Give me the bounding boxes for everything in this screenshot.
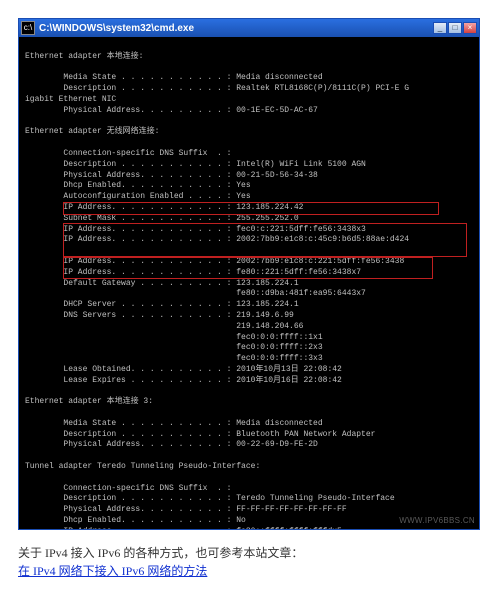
- cmd-icon: c:\: [21, 21, 35, 35]
- minimize-button[interactable]: _: [433, 22, 447, 34]
- terminal-line: [25, 246, 63, 255]
- terminal-line: Physical Address. . . . . . . . . : 00-2…: [25, 440, 318, 449]
- terminal-line: Ethernet adapter 本地连接 3:: [25, 397, 153, 406]
- terminal-line: Lease Obtained. . . . . . . . . . : 2010…: [25, 365, 342, 374]
- terminal-line: IP Address. . . . . . . . . . . . : fec0…: [25, 225, 366, 234]
- terminal-output[interactable]: Ethernet adapter 本地连接: Media State . . .…: [19, 37, 479, 529]
- terminal-line: Tunnel adapter Teredo Tunneling Pseudo-I…: [25, 462, 260, 471]
- terminal-line: DNS Servers . . . . . . . . . . . : 219.…: [25, 311, 294, 320]
- caption-block: 关于 IPv4 接入 IPv6 的各种方式，也可参考本站文章： 在 IPv4 网…: [18, 544, 482, 580]
- terminal-line: Dhcp Enabled. . . . . . . . . . . : Yes: [25, 181, 251, 190]
- terminal-line: Subnet Mask . . . . . . . . . . . : 255.…: [25, 214, 299, 223]
- cmd-window: c:\ C:\WINDOWS\system32\cmd.exe _ □ × Et…: [18, 18, 480, 530]
- caption-link[interactable]: 在 IPv4 网络下接入 IPv6 网络的方法: [18, 564, 207, 578]
- terminal-line: fec0:0:0:ffff::1x1: [25, 333, 323, 342]
- terminal-line: fec0:0:0:ffff::3x3: [25, 354, 323, 363]
- terminal-line: IP Address. . . . . . . . . . . . : fe80…: [25, 268, 361, 277]
- terminal-line: Dhcp Enabled. . . . . . . . . . . : No: [25, 516, 246, 525]
- watermark: WWW.IPV6BBS.CN: [399, 516, 475, 527]
- window-title: C:\WINDOWS\system32\cmd.exe: [39, 23, 433, 34]
- terminal-line: fec0:0:0:ffff::2x3: [25, 343, 323, 352]
- terminal-line: Connection-specific DNS Suffix . :: [25, 149, 231, 158]
- terminal-line: Description . . . . . . . . . . . : Blue…: [25, 430, 375, 439]
- terminal-line: Media State . . . . . . . . . . . : Medi…: [25, 73, 323, 82]
- caption-text: 关于 IPv4 接入 IPv6 的各种方式，也可参考本站文章：: [18, 546, 303, 560]
- titlebar[interactable]: c:\ C:\WINDOWS\system32\cmd.exe _ □ ×: [19, 19, 479, 37]
- terminal-line: Lease Expires . . . . . . . . . . : 2010…: [25, 376, 342, 385]
- maximize-button[interactable]: □: [448, 22, 462, 34]
- terminal-line: fe80::d9ba:481f:ea95:6443x7: [25, 289, 366, 298]
- terminal-line: Description . . . . . . . . . . . : Real…: [25, 84, 409, 93]
- terminal-line: IP Address. . . . . . . . . . . . : fe80…: [25, 527, 342, 529]
- terminal-line: Description . . . . . . . . . . . : Inte…: [25, 160, 366, 169]
- terminal-line: 219.148.204.66: [25, 322, 303, 331]
- terminal-line: Physical Address. . . . . . . . . : FF-F…: [25, 505, 347, 514]
- terminal-line: IP Address. . . . . . . . . . . . : 2002…: [25, 257, 404, 266]
- terminal-line: Media State . . . . . . . . . . . : Medi…: [25, 419, 323, 428]
- terminal-line: DHCP Server . . . . . . . . . . . : 123.…: [25, 300, 299, 309]
- terminal-line: Default Gateway . . . . . . . . . : 123.…: [25, 279, 299, 288]
- terminal-line: IP Address. . . . . . . . . . . . : 123.…: [25, 203, 303, 212]
- terminal-line: Autoconfiguration Enabled . . . . : Yes: [25, 192, 251, 201]
- terminal-line: Description . . . . . . . . . . . : Tere…: [25, 494, 395, 503]
- terminal-line: Physical Address. . . . . . . . . : 00-2…: [25, 171, 318, 180]
- terminal-line: IP Address. . . . . . . . . . . . : 2002…: [25, 235, 409, 244]
- terminal-line: Ethernet adapter 本地连接:: [25, 52, 143, 61]
- close-button[interactable]: ×: [463, 22, 477, 34]
- window-controls: _ □ ×: [433, 22, 477, 34]
- terminal-line: Physical Address. . . . . . . . . : 00-1…: [25, 106, 318, 115]
- terminal-line: Connection-specific DNS Suffix . :: [25, 484, 231, 493]
- terminal-line: igabit Ethernet NIC: [25, 95, 116, 104]
- terminal-line: Ethernet adapter 无线网络连接:: [25, 127, 159, 136]
